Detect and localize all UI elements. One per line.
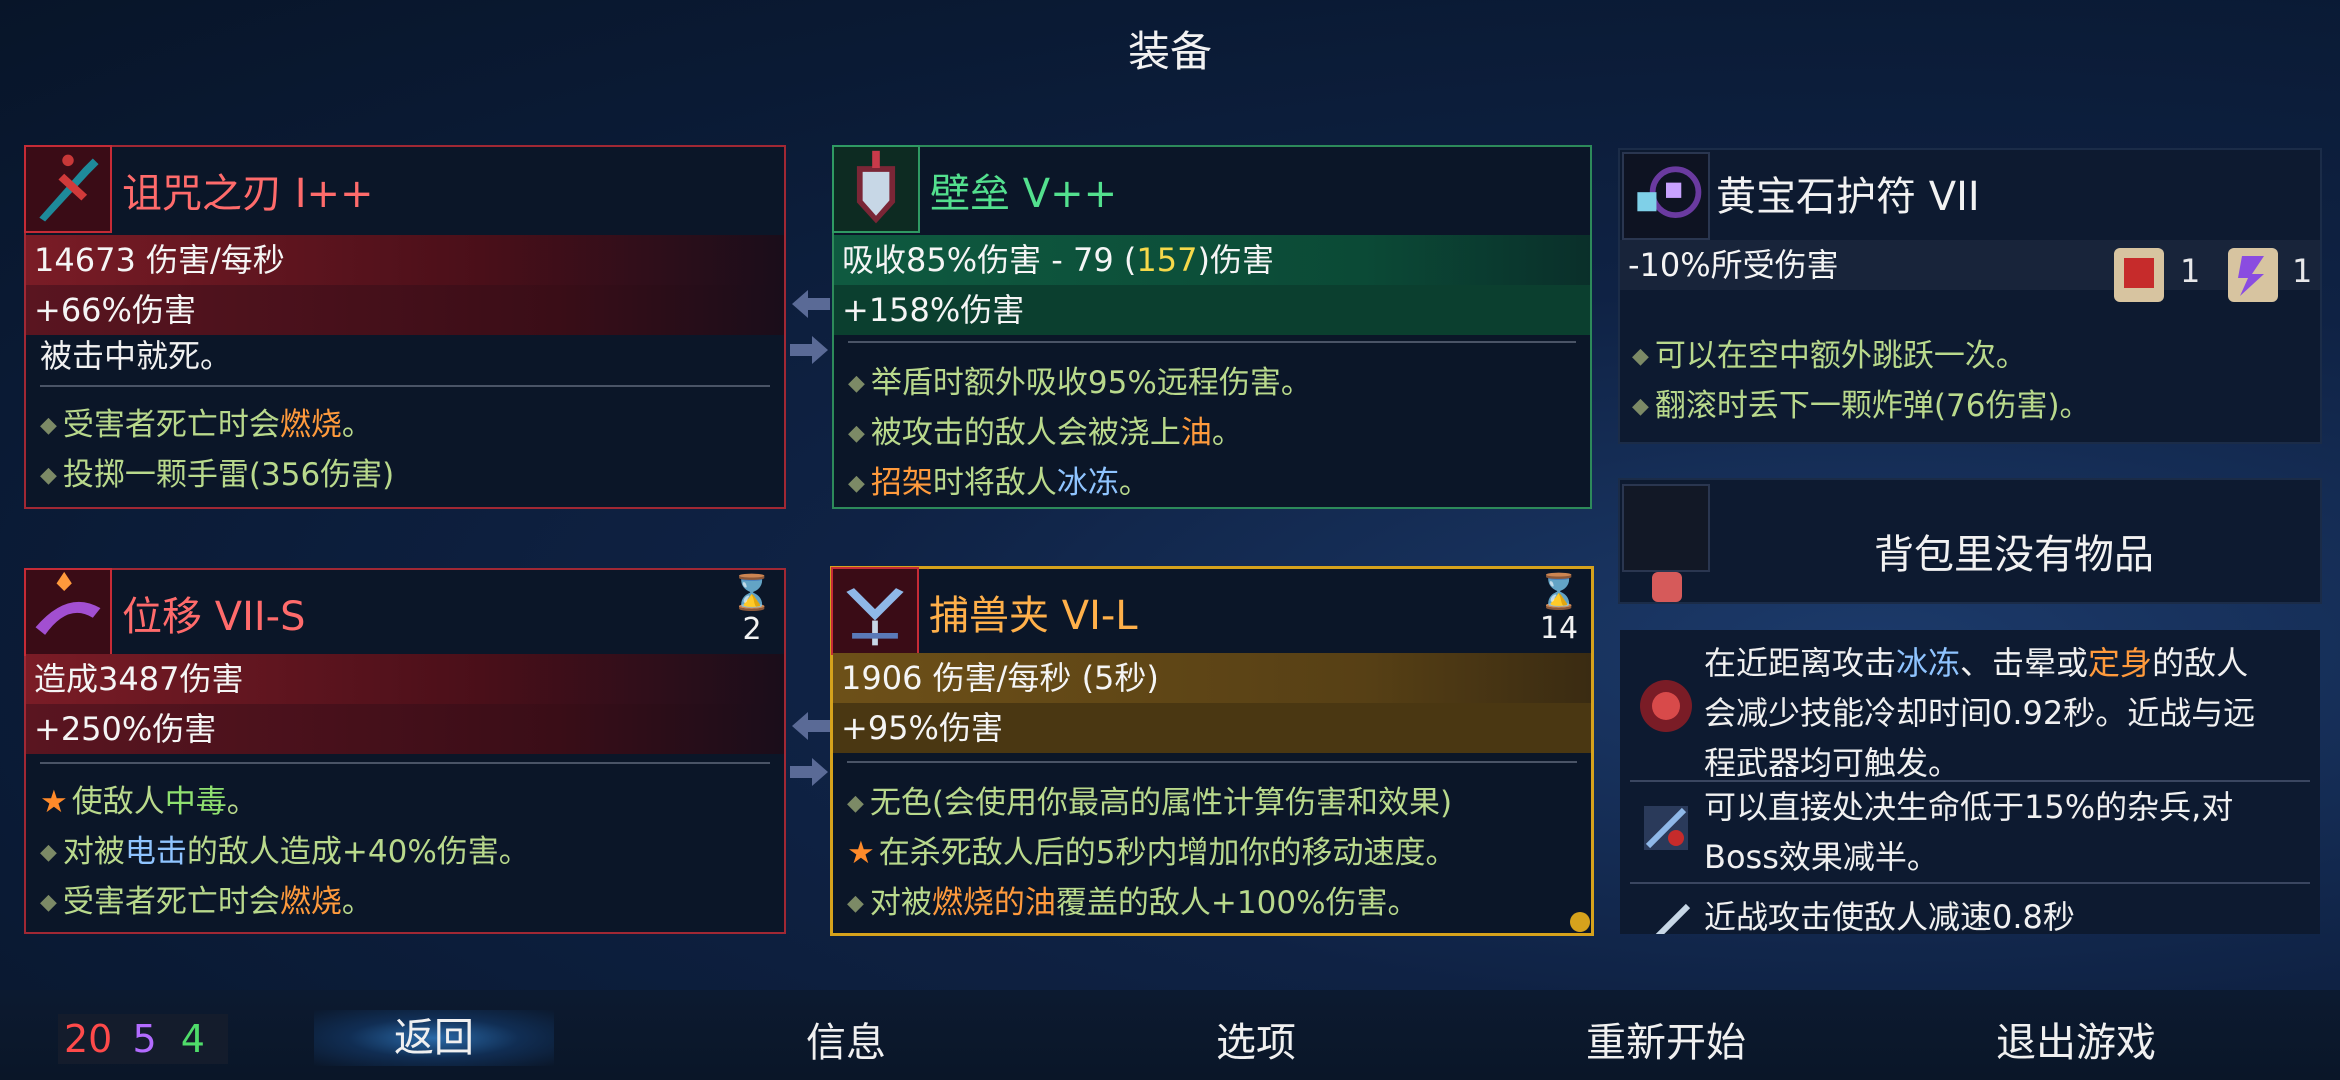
- skill-dps: 1906 伤害/每秒 (5秒): [833, 653, 1591, 703]
- hourglass-icon: ⌛: [1537, 572, 1581, 612]
- skill-effect: ★ 使敌人中毒。: [40, 784, 258, 820]
- skill-damage: 造成3487伤害: [26, 654, 784, 704]
- shield-effect: ◆ 举盾时额外吸收95%远程伤害。: [848, 365, 1312, 401]
- amulet-effect: ◆ 翻滚时丢下一颗炸弹(76伤害)。: [1632, 388, 2091, 424]
- skill-card-bear-trap[interactable]: 捕兽夹 VI-L ⌛ 14 1906 伤害/每秒 (5秒) +95%伤害 ◆ 无色…: [830, 566, 1594, 936]
- shield-damage-bonus: +158%伤害: [834, 285, 1590, 335]
- page-title: 装备: [1127, 27, 1212, 76]
- brutality-count: 20: [64, 1017, 113, 1061]
- mutations-list[interactable]: 在近距离攻击冰冻、击晕或定身的敌人 会减少技能冷却时间0.92秒。近战与远 程武…: [1620, 630, 2320, 934]
- cooldown-value: 14: [1539, 611, 1579, 646]
- shield-effect: ◆ 招架时将敌人冰冻。: [848, 465, 1150, 501]
- red-scroll-icon: [2106, 242, 2172, 308]
- divider: [847, 761, 1577, 763]
- weapon-damage-bonus: +66%伤害: [26, 285, 784, 335]
- skill-effect: ◆ 对被电击的敌人造成+40%伤害。: [40, 834, 530, 870]
- backpack-panel[interactable]: 背包里没有物品: [1618, 478, 2322, 604]
- cooldown: ⌛ 14: [1529, 573, 1589, 646]
- purple-scroll-count: 1: [2292, 252, 2313, 290]
- skill-damage-bonus: +95%伤害: [833, 703, 1591, 753]
- shield-card-rampart[interactable]: 壁垒 V++ 吸收85%伤害 - 79 (157)伤害 +158%伤害 ◆ 举盾时…: [832, 145, 1592, 509]
- shield-absorb: 吸收85%伤害 - 79 (157)伤害: [834, 235, 1590, 285]
- skill-effect: ◆ 无色(会使用你最高的属性计算伤害和效果): [847, 785, 1453, 821]
- mutation-text: 可以直接处决生命低于15%的杂兵,对 Boss效果减半。: [1704, 788, 2234, 876]
- slow-mutation-icon: [1634, 896, 1698, 934]
- swap-arrows-icon[interactable]: [786, 706, 834, 792]
- survival-count: 4: [180, 1017, 205, 1061]
- execute-mutation-icon: [1634, 796, 1698, 860]
- shield-effect: ◆ 被攻击的敌人会被浇上油。: [848, 415, 1243, 451]
- scroll-stats: 20 5 4: [58, 1014, 228, 1064]
- skill-effect: ★ 在杀死敌人后的5秒内增加你的移动速度。: [847, 835, 1457, 871]
- red-scroll-count: 1: [2180, 252, 2201, 290]
- skill-damage-bonus: +250%伤害: [26, 704, 784, 754]
- cursed-sword-icon: [24, 145, 112, 233]
- mutation-item: 近战攻击使敌人减速0.8秒: [1620, 886, 2320, 934]
- menu-quit-button[interactable]: 退出游戏: [1956, 1010, 2196, 1068]
- amulet-effect: ◆ 可以在空中额外跳跃一次。: [1632, 338, 2027, 374]
- divider: [848, 341, 1576, 343]
- amulet-damage-reduction: -10%所受伤害: [1620, 240, 2320, 290]
- purple-scroll-icon: [2220, 242, 2286, 308]
- amulet-card-topaz[interactable]: 黄宝石护符 VII -10%所受伤害 1 1 ◆ 可以在空中额外跳跃一次。 ◆ 翻滚…: [1618, 148, 2322, 444]
- mutation-text: 在近距离攻击冰冻、击晕或定身的敌人 会减少技能冷却时间0.92秒。近战与远 程武…: [1704, 644, 2256, 782]
- cooldown-value: 2: [742, 612, 762, 647]
- bear-trap-skill-icon: [831, 567, 919, 655]
- skill-effect: ◆ 对被燃烧的油覆盖的敌人+100%伤害。: [847, 885, 1419, 921]
- gold-corner-ornament-icon: [1554, 896, 1594, 936]
- amulet-name: 黄宝石护符 VII: [1716, 174, 1980, 220]
- divider: [40, 385, 770, 387]
- mutation-item: 可以直接处决生命低于15%的杂兵,对 Boss效果减半。: [1620, 782, 2320, 882]
- tactics-count: 5: [132, 1017, 157, 1061]
- backpack-slot[interactable]: [1622, 484, 1710, 572]
- skill-effect: ◆ 受害者死亡时会燃烧。: [40, 884, 373, 920]
- star-icon: ★: [847, 835, 875, 871]
- mutation-item: 在近距离攻击冰冻、击晕或定身的敌人 会减少技能冷却时间0.92秒。近战与远 程武…: [1620, 630, 2320, 782]
- menu-info-button[interactable]: 信息: [726, 1010, 966, 1068]
- backpack-icon: [1652, 572, 1682, 602]
- shield-name: 壁垒 V++: [930, 171, 1118, 217]
- cooldown: ⌛ 2: [722, 574, 782, 647]
- skill-name: 位移 VII-S: [122, 594, 306, 640]
- weapon-name: 诅咒之刃 I++: [122, 171, 374, 217]
- menu-options-button[interactable]: 选项: [1136, 1010, 1376, 1068]
- weapon-effect: ◆ 投掷一颗手雷(356伤害): [40, 457, 395, 493]
- star-icon: ★: [40, 784, 68, 820]
- swap-arrows-icon[interactable]: [786, 284, 834, 370]
- divider: [40, 762, 770, 764]
- divider: [1630, 882, 2310, 884]
- backpack-empty-text: 背包里没有物品: [1874, 532, 2154, 578]
- weapon-description: 被击中就死。: [40, 337, 233, 375]
- cooldown-mutation-icon: [1634, 674, 1698, 738]
- menu-restart-button[interactable]: 重新开始: [1546, 1010, 1786, 1068]
- weapon-card-cursed-sword[interactable]: 诅咒之刃 I++ 14673 伤害/每秒 +66%伤害 被击中就死。 ◆ 受害者死…: [24, 145, 786, 509]
- rampart-shield-icon: [832, 145, 920, 233]
- topaz-amulet-icon: [1622, 152, 1710, 240]
- weapon-effect: ◆ 受害者死亡时会燃烧。: [40, 407, 373, 443]
- skill-name: 捕兽夹 VI-L: [929, 593, 1138, 639]
- mutation-text: 近战攻击使敌人减速0.8秒: [1704, 898, 2075, 934]
- displacement-skill-icon: [24, 568, 112, 656]
- skill-card-displacement[interactable]: 位移 VII-S ⌛ 2 造成3487伤害 +250%伤害 ★ 使敌人中毒。 ◆ 对…: [24, 568, 786, 934]
- hourglass-icon: ⌛: [730, 573, 774, 613]
- menu-back-button[interactable]: 返回: [314, 1010, 554, 1066]
- weapon-dps: 14673 伤害/每秒: [26, 235, 784, 285]
